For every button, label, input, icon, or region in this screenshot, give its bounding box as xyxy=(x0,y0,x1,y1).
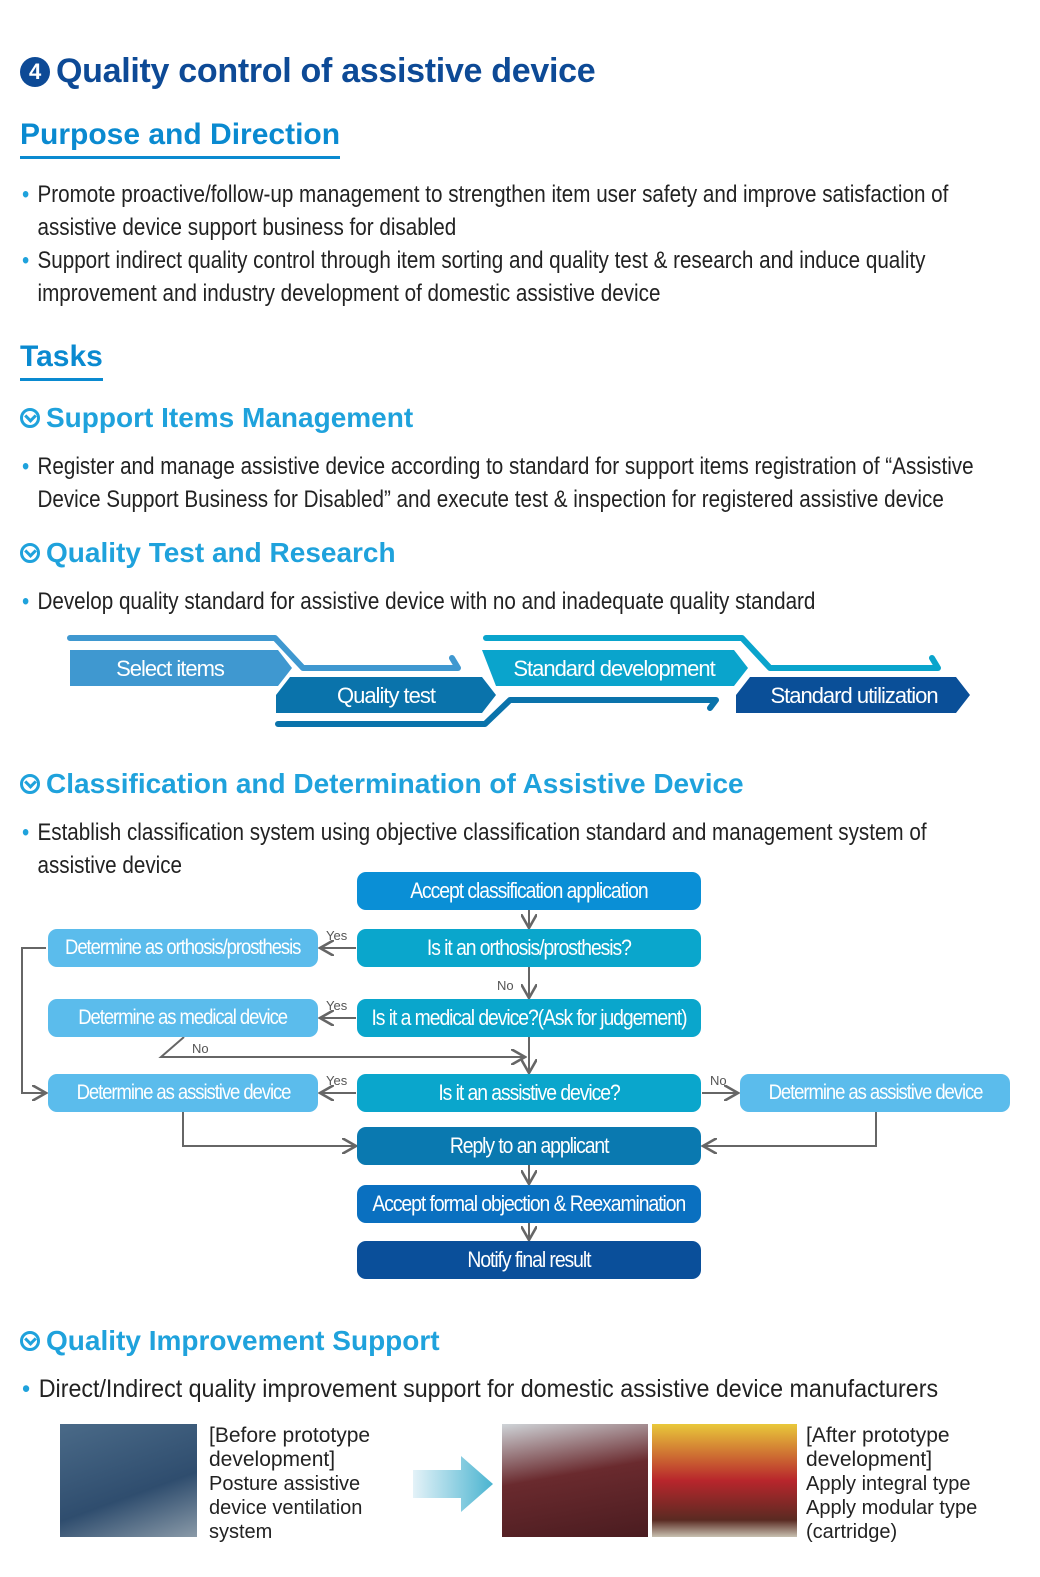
flow-determine-assistive-right: Determine as assistive device xyxy=(740,1074,1010,1112)
no-label: No xyxy=(710,1073,727,1088)
yes-label: Yes xyxy=(326,998,348,1013)
yes-label: Yes xyxy=(326,1073,348,1088)
before-prototype-photo xyxy=(60,1424,197,1537)
after-caption: [After prototype development] Apply inte… xyxy=(806,1424,978,1543)
arrow-right-icon xyxy=(413,1456,493,1512)
flow-accept-application: Accept classification application xyxy=(357,872,701,910)
flow-question-assistive: Is it an assistive device? xyxy=(357,1074,701,1112)
improvement-heading: Quality Improvement Support xyxy=(20,1325,440,1357)
yes-label: Yes xyxy=(326,928,348,943)
flow-objection: Accept formal objection & Reexamination xyxy=(357,1185,701,1223)
flow-notify: Notify final result xyxy=(357,1241,701,1279)
bullet: Direct/Indirect quality improvement supp… xyxy=(22,1373,1040,1406)
no-label: No xyxy=(192,1041,209,1056)
improvement-bullets: Direct/Indirect quality improvement supp… xyxy=(22,1373,1040,1406)
flow-question-medical: Is it a medical device?(Ask for judgemen… xyxy=(357,999,701,1037)
flow-determine-orthosis: Determine as orthosis/prosthesis xyxy=(48,929,318,967)
after-prototype-photo-ventilation xyxy=(502,1424,648,1537)
before-caption: [Before prototype development] Posture a… xyxy=(209,1424,371,1543)
check-circle-icon xyxy=(20,1331,40,1351)
no-label: No xyxy=(497,978,514,993)
after-prototype-photo-seat xyxy=(652,1424,797,1537)
flow-reply: Reply to an applicant xyxy=(357,1127,701,1165)
flow-question-orthosis: Is it an orthosis/prosthesis? xyxy=(357,929,701,967)
flow-determine-medical: Determine as medical device xyxy=(48,999,318,1037)
flow-determine-assistive-left: Determine as assistive device xyxy=(48,1074,318,1112)
